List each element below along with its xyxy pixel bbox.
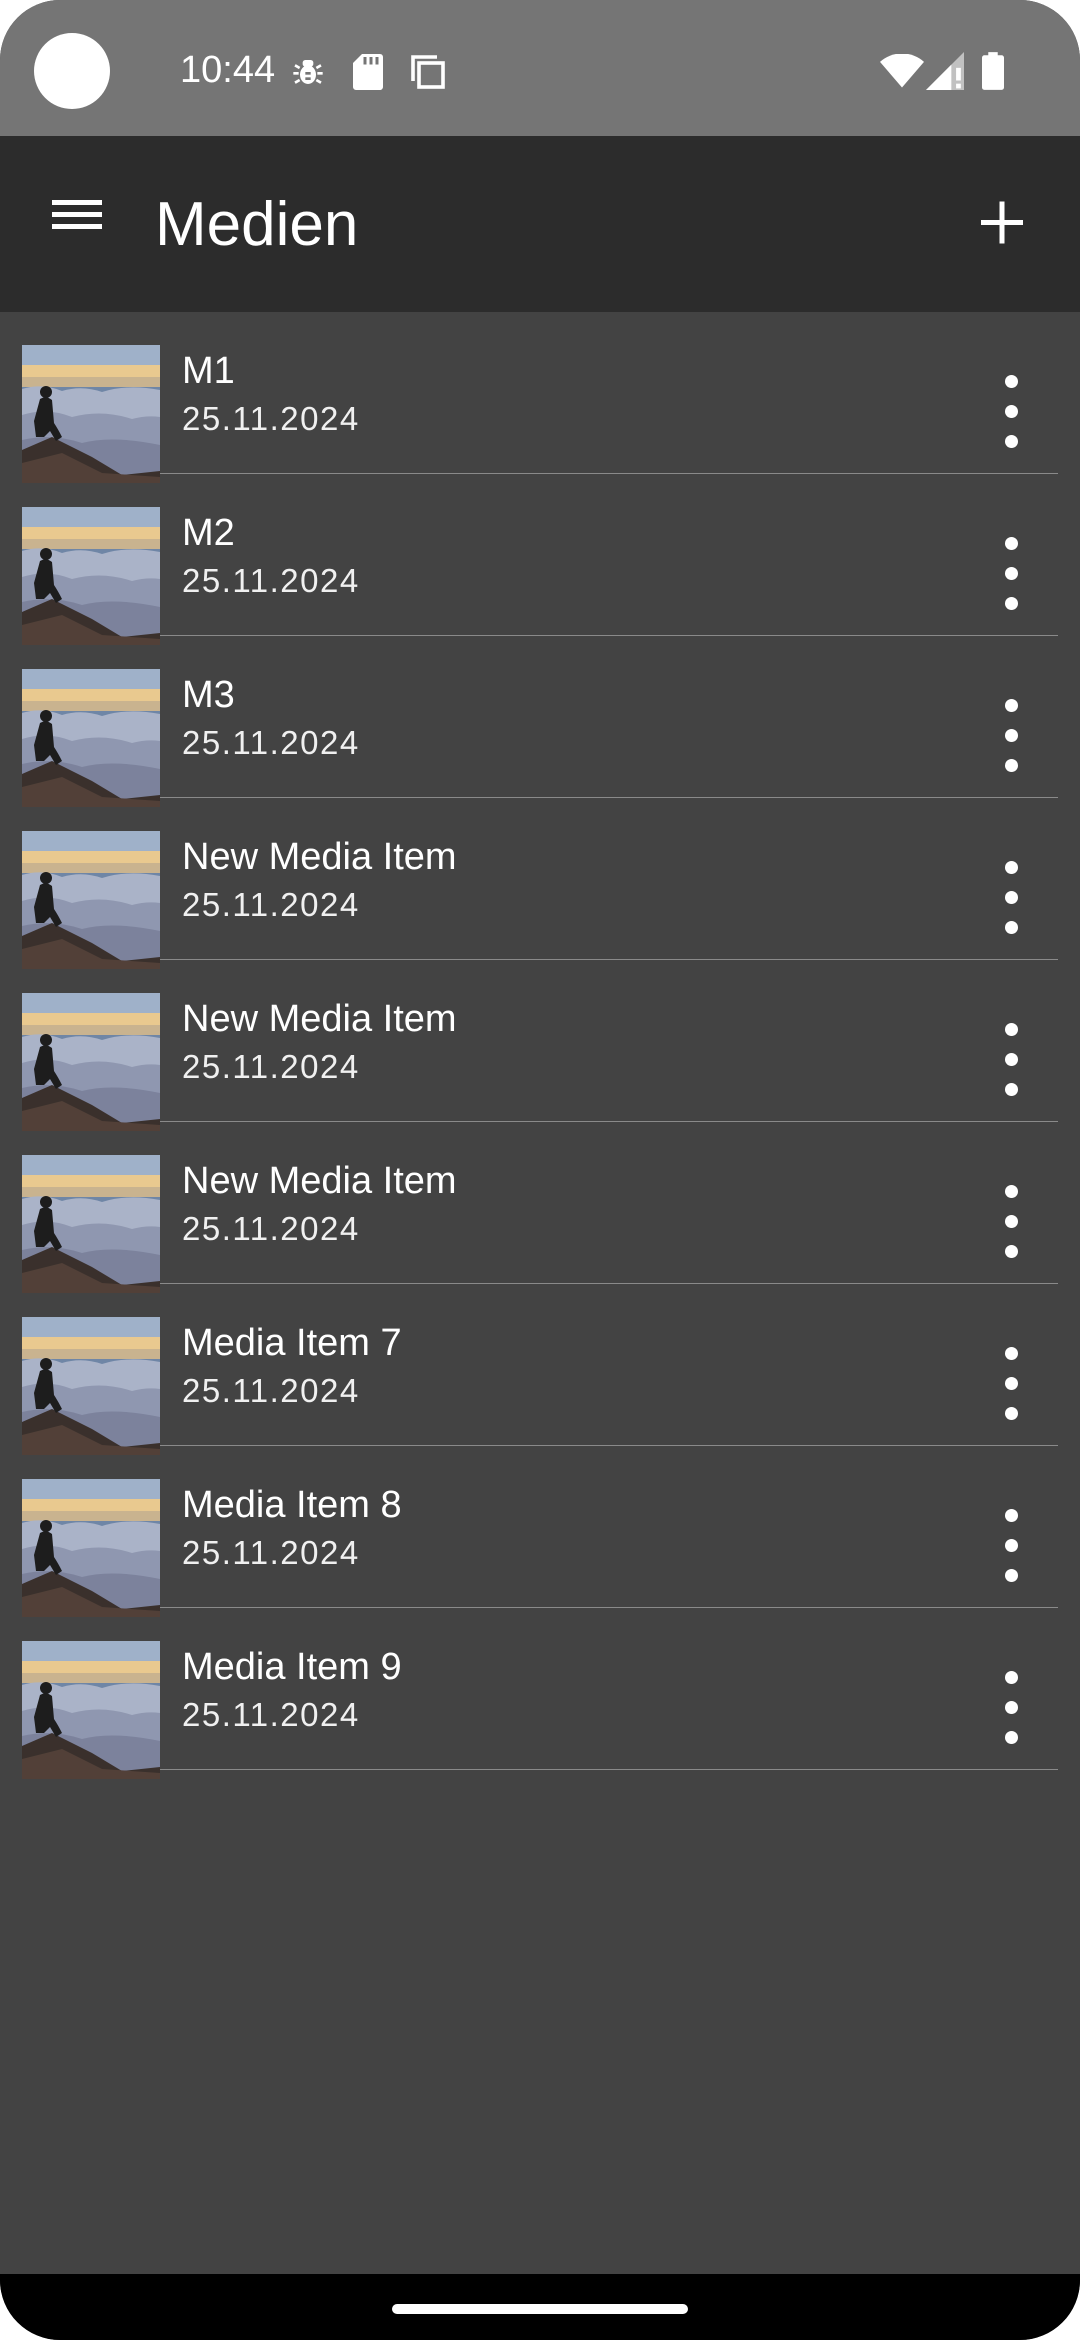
dot bbox=[1005, 1185, 1018, 1198]
media-item-title: Media Item 9 bbox=[182, 1646, 402, 1688]
media-thumbnail bbox=[22, 831, 160, 969]
media-list-item[interactable]: M2 25.11.2024 bbox=[22, 474, 1058, 645]
media-list-item[interactable]: Media Item 8 25.11.2024 bbox=[22, 1446, 1058, 1617]
more-options-icon[interactable] bbox=[962, 362, 1062, 462]
media-item-date: 25.11.2024 bbox=[182, 1372, 360, 1409]
media-item-date: 25.11.2024 bbox=[182, 1210, 360, 1247]
media-thumbnail bbox=[22, 345, 160, 483]
media-item-title: M1 bbox=[182, 350, 235, 392]
media-list-item[interactable]: New Media Item 25.11.2024 bbox=[22, 1122, 1058, 1293]
media-list-item[interactable]: Media Item 7 25.11.2024 bbox=[22, 1284, 1058, 1455]
media-item-date: 25.11.2024 bbox=[182, 1534, 360, 1571]
media-item-title: Media Item 8 bbox=[182, 1484, 402, 1526]
dot bbox=[1005, 375, 1018, 388]
dot bbox=[1005, 1731, 1018, 1744]
media-item-date: 25.11.2024 bbox=[182, 1048, 360, 1085]
media-item-date: 25.11.2024 bbox=[182, 886, 360, 923]
dot bbox=[1005, 861, 1018, 874]
media-thumbnail bbox=[22, 1155, 160, 1293]
dot bbox=[1005, 1245, 1018, 1258]
page-title: Medien bbox=[155, 190, 359, 259]
dot bbox=[1005, 1215, 1018, 1228]
media-list: M1 25.11.2024 M2 25.11.2024 M3 25.11.202… bbox=[0, 312, 1080, 1779]
more-options-icon[interactable] bbox=[962, 686, 1062, 786]
media-list-item[interactable]: New Media Item 25.11.2024 bbox=[22, 960, 1058, 1131]
plus-icon[interactable] bbox=[964, 186, 1040, 262]
copy-icon bbox=[410, 54, 446, 95]
media-thumbnail bbox=[22, 1641, 160, 1779]
media-item-title: M2 bbox=[182, 512, 235, 554]
more-options-icon[interactable] bbox=[962, 1334, 1062, 1434]
app-bar: Medien bbox=[0, 136, 1080, 312]
dot bbox=[1005, 1509, 1018, 1522]
dot bbox=[1005, 1053, 1018, 1066]
dot bbox=[1005, 1671, 1018, 1684]
more-options-icon[interactable] bbox=[962, 1658, 1062, 1758]
media-list-item[interactable]: M3 25.11.2024 bbox=[22, 636, 1058, 807]
dot bbox=[1005, 729, 1018, 742]
sd-card-icon bbox=[353, 54, 383, 95]
media-thumbnail bbox=[22, 993, 160, 1131]
media-item-date: 25.11.2024 bbox=[182, 724, 360, 761]
more-options-icon[interactable] bbox=[962, 1496, 1062, 1596]
media-item-date: 25.11.2024 bbox=[182, 400, 360, 437]
home-gesture-handle[interactable] bbox=[392, 2304, 688, 2314]
dot bbox=[1005, 1083, 1018, 1096]
more-options-icon[interactable] bbox=[962, 848, 1062, 948]
media-item-title: Media Item 7 bbox=[182, 1322, 402, 1364]
camera-cutout bbox=[34, 33, 110, 109]
dot bbox=[1005, 1023, 1018, 1036]
dot bbox=[1005, 759, 1018, 772]
dot bbox=[1005, 1569, 1018, 1582]
media-item-title: New Media Item bbox=[182, 836, 457, 878]
media-list-item[interactable]: Media Item 9 25.11.2024 bbox=[22, 1608, 1058, 1779]
wifi-icon bbox=[880, 53, 924, 93]
navigation-bar bbox=[0, 2274, 1080, 2340]
dot bbox=[1005, 1377, 1018, 1390]
dot bbox=[1005, 891, 1018, 904]
dot bbox=[1005, 1407, 1018, 1420]
more-options-icon[interactable] bbox=[962, 1010, 1062, 1110]
media-item-title: M3 bbox=[182, 674, 235, 716]
status-time: 10:44 bbox=[180, 49, 276, 91]
dot bbox=[1005, 699, 1018, 712]
signal-icon bbox=[926, 52, 964, 95]
media-thumbnail bbox=[22, 507, 160, 645]
dot bbox=[1005, 1539, 1018, 1552]
more-options-icon[interactable] bbox=[962, 524, 1062, 624]
media-item-title: New Media Item bbox=[182, 1160, 457, 1202]
media-thumbnail bbox=[22, 669, 160, 807]
dot bbox=[1005, 405, 1018, 418]
media-item-title: New Media Item bbox=[182, 998, 457, 1040]
media-item-date: 25.11.2024 bbox=[182, 1696, 360, 1733]
dot bbox=[1005, 567, 1018, 580]
hamburger-menu-icon[interactable] bbox=[34, 190, 118, 258]
dot bbox=[1005, 597, 1018, 610]
phone-screen: 10:44 Medien M1 25.11.2024 M2 25.11.2024… bbox=[0, 0, 1080, 2340]
dot bbox=[1005, 1701, 1018, 1714]
media-list-item[interactable]: M1 25.11.2024 bbox=[22, 312, 1058, 483]
bug-icon bbox=[292, 56, 324, 93]
dot bbox=[1005, 537, 1018, 550]
status-bar: 10:44 bbox=[0, 0, 1080, 136]
dot bbox=[1005, 435, 1018, 448]
more-options-icon[interactable] bbox=[962, 1172, 1062, 1272]
battery-icon bbox=[982, 52, 1004, 95]
media-thumbnail bbox=[22, 1317, 160, 1455]
media-list-item[interactable]: New Media Item 25.11.2024 bbox=[22, 798, 1058, 969]
dot bbox=[1005, 1347, 1018, 1360]
media-item-date: 25.11.2024 bbox=[182, 562, 360, 599]
dot bbox=[1005, 921, 1018, 934]
media-thumbnail bbox=[22, 1479, 160, 1617]
